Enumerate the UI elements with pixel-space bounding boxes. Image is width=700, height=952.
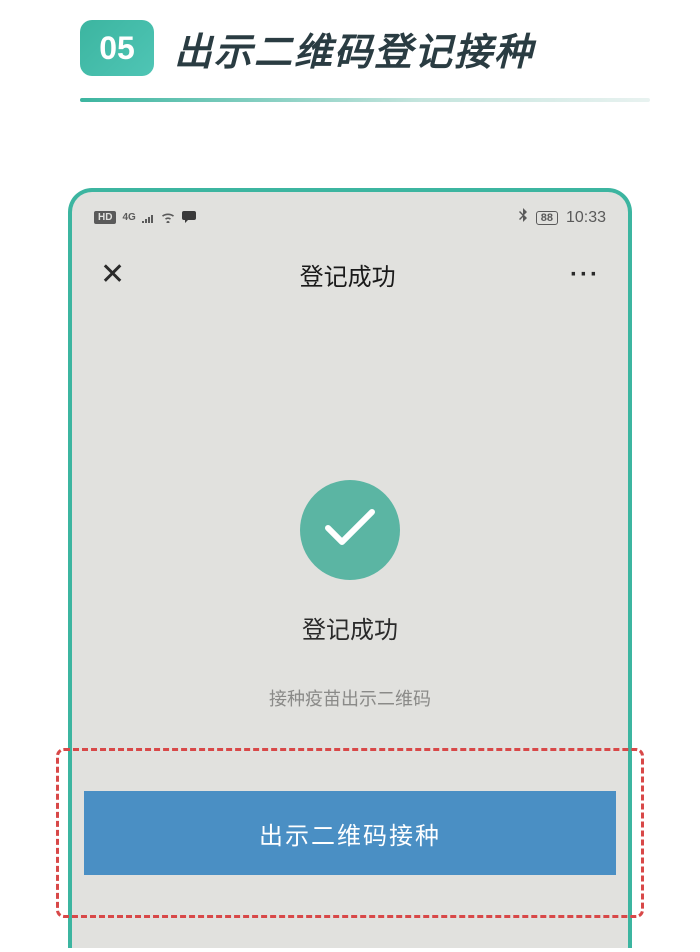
status-left: HD 4G	[94, 210, 196, 226]
check-icon	[322, 506, 378, 555]
battery-indicator: 88	[536, 211, 558, 225]
bluetooth-icon	[518, 208, 528, 227]
show-qr-button[interactable]: 出示二维码接种	[84, 791, 616, 875]
more-icon[interactable]: ···	[570, 261, 600, 289]
time-label: 10:33	[566, 209, 606, 227]
chat-icon	[182, 210, 196, 226]
status-right: 88 10:33	[518, 208, 606, 227]
network-label: 4G	[122, 212, 135, 223]
highlight-callout-box: 出示二维码接种	[56, 748, 644, 918]
close-icon[interactable]: ✕	[100, 257, 125, 292]
app-navigation-bar: ✕ 登记成功 ···	[76, 237, 624, 320]
hd-badge: HD	[94, 211, 116, 224]
success-title: 登记成功	[302, 610, 398, 645]
step-underline	[80, 98, 650, 102]
step-number-badge: 05	[80, 20, 154, 76]
success-check-circle	[300, 480, 400, 580]
step-number: 05	[99, 30, 135, 67]
signal-icon	[142, 210, 154, 226]
status-bar: HD 4G 88 10:33	[76, 196, 624, 237]
wifi-icon	[160, 210, 176, 226]
page-title: 登记成功	[300, 257, 396, 292]
success-content: 登记成功 接种疫苗出示二维码	[76, 320, 624, 711]
step-header: 05 出示二维码登记接种	[80, 20, 700, 76]
success-subtitle: 接种疫苗出示二维码	[269, 685, 431, 711]
step-title: 出示二维码登记接种	[174, 21, 534, 76]
